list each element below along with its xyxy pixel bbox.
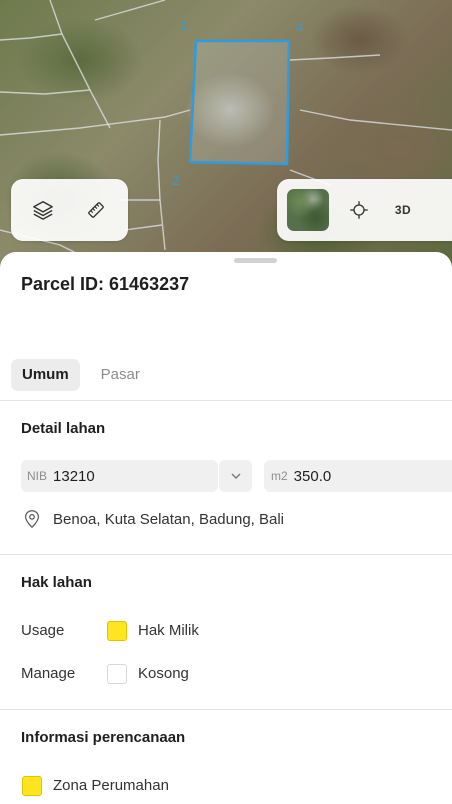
section-title-hak-lahan: Hak lahan: [21, 574, 92, 591]
address-text: Benoa, Kuta Selatan, Badung, Bali: [53, 510, 285, 528]
divider: [0, 709, 452, 710]
basemap-thumbnail-button[interactable]: [287, 189, 329, 231]
address-row: Benoa, Kuta Selatan, Badung, Bali: [23, 509, 284, 529]
map-view-panel: 3D: [277, 179, 452, 241]
manage-label: Manage: [21, 665, 76, 682]
ruler-icon: [88, 202, 105, 218]
divider: [0, 554, 452, 555]
detail-tabs: Umum Pasar: [11, 359, 151, 391]
vertex-label: 4: [296, 19, 304, 35]
tab-umum[interactable]: Umum: [11, 359, 80, 391]
map-view[interactable]: 1 4 2 3D: [0, 0, 452, 270]
layers-button[interactable]: [21, 188, 65, 232]
divider: [0, 400, 452, 401]
view-3d-button[interactable]: 3D: [381, 188, 425, 232]
crosshair-icon: [350, 201, 368, 219]
area-value: 350.0: [293, 467, 332, 485]
nib-dropdown-button[interactable]: [219, 460, 252, 492]
usage-color-swatch: [107, 621, 127, 641]
measure-button[interactable]: [74, 188, 118, 232]
recenter-button[interactable]: [337, 188, 381, 232]
location-pin-icon: [25, 510, 39, 529]
zone-value: Zona Perumahan: [53, 777, 169, 794]
usage-label: Usage: [21, 622, 65, 639]
view-3d-label: 3D: [394, 203, 412, 217]
nib-field[interactable]: NIB 13210: [21, 460, 218, 492]
layers-icon: [32, 201, 53, 220]
chevron-down-icon: [231, 473, 240, 479]
area-field[interactable]: m2 350.0: [264, 460, 452, 492]
vertex-label: 1: [181, 17, 189, 33]
section-title-detail-lahan: Detail lahan: [21, 420, 106, 437]
manage-value: Kosong: [138, 665, 189, 682]
section-title-informasi-perencanaan: Informasi perencanaan: [21, 729, 186, 746]
usage-value: Hak Milik: [138, 622, 199, 639]
manage-color-swatch: [107, 664, 127, 684]
zone-color-swatch: [22, 776, 42, 796]
tab-pasar[interactable]: Pasar: [90, 359, 151, 391]
vertex-label: 2: [172, 172, 180, 188]
parcel-detail-sheet: Parcel ID: 61463237 Umum Pasar Detail la…: [0, 252, 452, 804]
nib-prefix: NIB: [27, 469, 48, 483]
selected-parcel-outline: [188, 39, 291, 166]
nib-value: 13210: [53, 467, 95, 485]
area-prefix: m2: [271, 469, 288, 483]
map-tools-panel: [11, 179, 128, 241]
sheet-drag-handle[interactable]: [234, 258, 277, 263]
parcel-title: Parcel ID: 61463237: [21, 274, 190, 294]
